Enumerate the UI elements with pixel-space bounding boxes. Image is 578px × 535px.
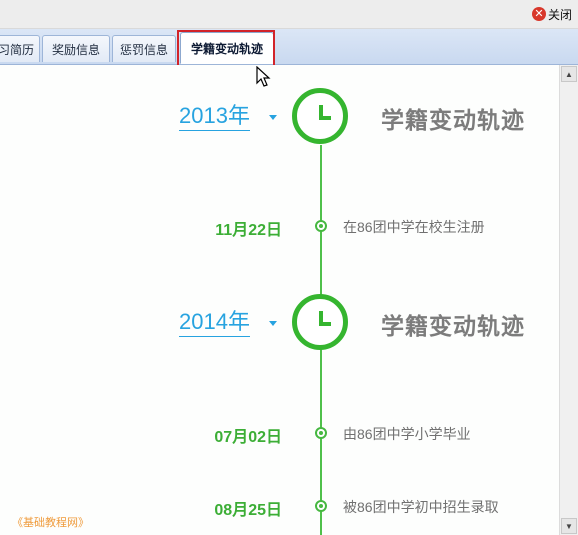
watermark: 《基础教程网》 [12,517,89,529]
mouse-cursor-icon [256,66,271,87]
vertical-scrollbar[interactable]: ▲ ▼ [559,65,578,535]
event-text: 被86团中学初中招生录取 [343,499,499,515]
section-title: 学籍变动轨迹 [381,313,525,339]
year-selector-2013[interactable]: 2013年 [179,103,250,131]
tab-rewards[interactable]: 奖励信息 [42,35,110,62]
close-icon: ✕ [531,7,546,21]
close-button[interactable]: ✕ 关闭 [531,5,572,23]
dropdown-arrow-icon[interactable] [269,321,277,326]
close-label: 关闭 [547,7,572,22]
event-date: 08月25日 [214,502,282,519]
event-dot-icon [315,427,327,439]
tab-punishments[interactable]: 惩罚信息 [112,35,176,62]
clock-icon [292,88,348,144]
tab-bar: 习简历 奖励信息 惩罚信息 学籍变动轨迹 [0,29,578,65]
section-title: 学籍变动轨迹 [381,107,525,133]
tab-enrollment-track[interactable]: 学籍变动轨迹 [180,32,274,64]
scroll-up-icon[interactable]: ▲ [561,66,577,82]
clock-icon [292,294,348,350]
window-titlebar: ✕ 关闭 [0,0,578,29]
event-date: 11月22日 [215,222,282,239]
tab-resume[interactable]: 习简历 [0,35,40,62]
event-dot-icon [315,220,327,232]
timeline-panel: 2013年 学籍变动轨迹 11月22日 在86团中学在校生注册 2014年 学籍… [0,65,560,535]
event-date: 07月02日 [214,429,282,446]
event-text: 由86团中学小学毕业 [343,426,471,442]
event-dot-icon [315,500,327,512]
event-text: 在86团中学在校生注册 [343,219,485,235]
scroll-down-icon[interactable]: ▼ [561,518,577,534]
dropdown-arrow-icon[interactable] [269,115,277,120]
year-selector-2014[interactable]: 2014年 [179,309,250,337]
